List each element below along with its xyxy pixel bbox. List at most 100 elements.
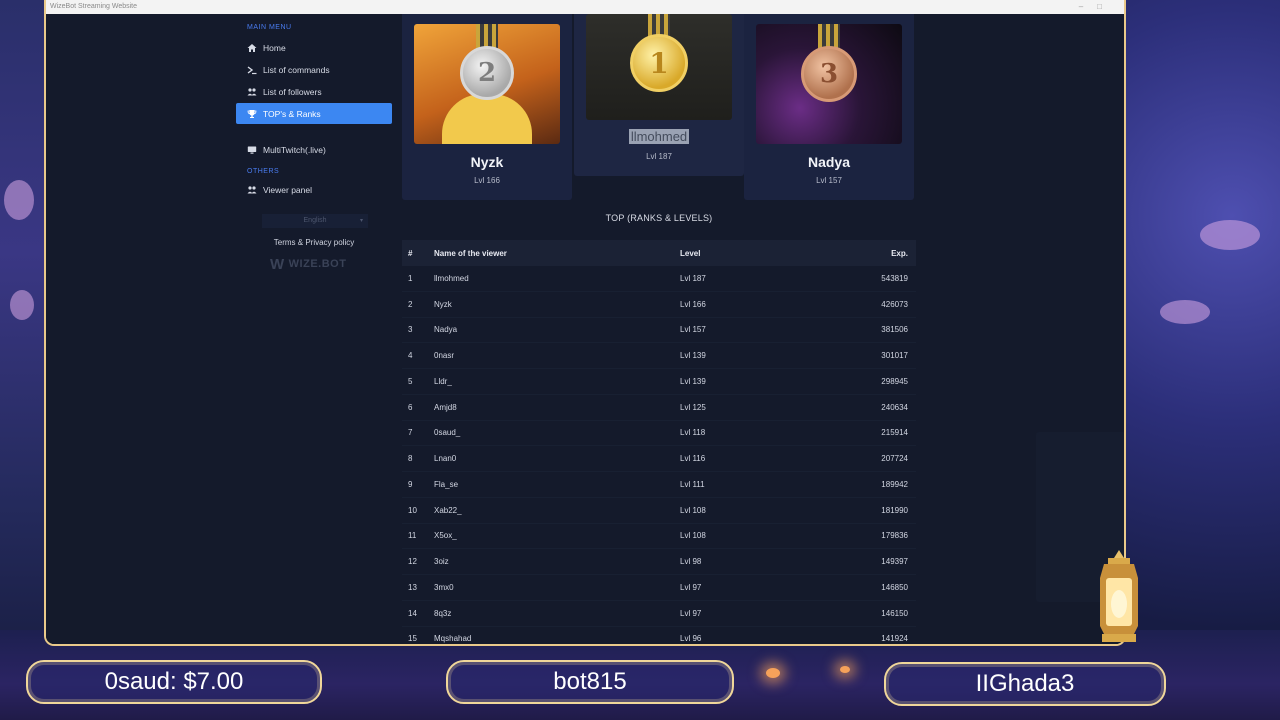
viewer-level: Lvl 98 [680,557,702,567]
viewer-exp: 149397 [881,557,908,567]
viewer-level: Lvl 125 [680,402,706,412]
main-menu-label: MAIN MENU [247,24,292,31]
viewer-name: Mqshahad [434,634,472,644]
wizebot-logo-icon: W [270,255,285,273]
table-row: 8 Lnan0 Lvl 116 207724 [402,446,916,472]
viewer-exp: 179836 [881,531,908,541]
sidebar-item-followers[interactable]: List of followers [236,81,392,102]
viewer-name: 8q3z [434,608,452,618]
header-exp: Exp. [891,248,908,258]
viewer-name: 0nasr [434,351,455,361]
viewer-name: Nyzk [434,299,452,309]
rank-number: 7 [408,428,413,438]
latest-follower-text: bot815 [553,668,627,695]
viewer-name: Amjd8 [434,402,457,412]
rank-number: 4 [408,351,413,361]
viewer-exp: 146150 [881,608,908,618]
sidebar-item-home[interactable]: Home [236,37,392,58]
latest-subscriber-text: IIGhada3 [975,670,1075,697]
users-icon [247,185,257,195]
others-label: OTHERS [247,168,280,175]
podium-name: Nadya [807,154,851,170]
viewer-level: Lvl 97 [680,608,702,618]
sidebar-item-viewer-panel[interactable]: Viewer panel [236,179,392,200]
language-select[interactable]: English ▾ [262,214,368,228]
bronze-medal-icon: 3 [801,46,857,102]
table-row: 7 0saud_ Lvl 118 215914 [402,421,916,447]
viewer-exp: 298945 [881,376,908,386]
table-row: 12 3oiz Lvl 98 149397 [402,549,916,575]
viewer-exp: 240634 [881,402,908,412]
viewer-name: 3oiz [434,557,449,567]
viewer-exp: 146850 [881,582,908,592]
table-row: 14 8q3z Lvl 97 146150 [402,601,916,627]
rank-number: 8 [408,454,413,464]
viewer-name: Lldr_ [434,376,452,386]
table-row: 11 X5ox_ Lvl 108 179836 [402,524,916,550]
viewer-exp: 189942 [881,479,908,489]
terminal-icon [247,65,257,75]
table-header: # Name of the viewer Level Exp. [402,240,916,266]
sidebar-item-label: Home [263,42,286,53]
top-ranks-title: TOP (RANKS & LEVELS) [605,213,713,223]
podium-level: Lvl 166 [474,176,500,185]
podium-first: 1 llmohmed Lvl 187 [574,14,744,176]
rank-number: 3 [408,325,413,335]
sidebar-item-commands[interactable]: List of commands [236,59,392,80]
podium-level: Lvl 187 [646,152,672,161]
viewer-exp: 426073 [881,299,908,309]
viewer-name: 3mx0 [434,582,454,592]
latest-follower: bot815 [446,660,734,704]
table-body: 1 llmohmed Lvl 187 543819 2 Nyzk Lvl 166 426073… [402,266,916,645]
sidebar-item-tops-ranks[interactable]: TOP's & Ranks [236,103,392,124]
sidebar-item-label: TOP's & Ranks [263,108,321,119]
ranks-table: # Name of the viewer Level Exp. 1 llmohme… [402,240,916,645]
viewer-exp: 141924 [881,634,908,644]
blossom-decoration [4,180,34,220]
table-row: 6 Amjd8 Lvl 125 240634 [402,395,916,421]
donation-text: 0saud: $7.00 [104,668,244,695]
table-row: 2 Nyzk Lvl 166 426073 [402,292,916,318]
header-level: Level [680,248,701,258]
rank-number: 12 [408,557,417,567]
viewer-exp: 301017 [881,351,908,361]
podium-third: 3 Nadya Lvl 157 [744,14,914,200]
header-name: Name of the viewer [434,248,507,258]
chevron-down-icon: ▾ [359,218,363,224]
latest-subscriber: IIGhada3 [884,662,1166,706]
viewer-level: Lvl 157 [680,325,706,335]
sidebar-item-label: Viewer panel [263,184,312,195]
podium-second: 2 Nyzk Lvl 166 [402,14,572,200]
sidebar-item-label: List of followers [263,86,322,97]
terms-link[interactable]: Terms & Privacy policy [236,238,392,247]
table-row: 15 Mqshahad Lvl 96 141924 [402,627,916,645]
viewer-exp: 207724 [881,454,908,464]
rank-number: 15 [408,634,417,644]
trophy-icon [247,109,257,119]
rank-number: 5 [408,376,413,386]
sidebar-item-label: MultiTwitch(.live) [263,144,326,155]
gold-medal-icon: 1 [630,34,688,92]
table-row: 10 Xab22_ Lvl 108 181990 [402,498,916,524]
podium-name: Nyzk [470,154,504,170]
blossom-decoration [10,290,34,320]
sidebar: MAIN MENU Home List of commands List of … [236,14,392,644]
blossom-decoration [1200,220,1260,250]
viewer-name: llmohmed [434,273,469,283]
wizebot-logo-text: WIZE.BOT [288,258,347,270]
home-icon [247,43,257,53]
blossom-decoration [1160,300,1210,324]
ranks-main: 2 Nyzk Lvl 166 1 llmohmed Lvl 187 3 Nady… [402,14,916,645]
sidebar-item-multitwitch[interactable]: MultiTwitch(.live) [236,139,392,160]
table-row: 13 3mx0 Lvl 97 146850 [402,575,916,601]
window-titlebar: WizeBot Streaming Website –□ [46,0,1124,14]
header-num: # [408,248,413,258]
monitor-icon [247,145,257,155]
viewer-level: Lvl 96 [680,634,702,644]
viewer-level: Lvl 139 [680,351,706,361]
window-controls[interactable]: –□ [1079,0,1116,14]
wizebot-logo: W WIZE.BOT [270,255,360,273]
podium-name: llmohmed [574,129,744,144]
rank-number: 9 [408,479,413,489]
rank-number: 2 [408,299,413,309]
